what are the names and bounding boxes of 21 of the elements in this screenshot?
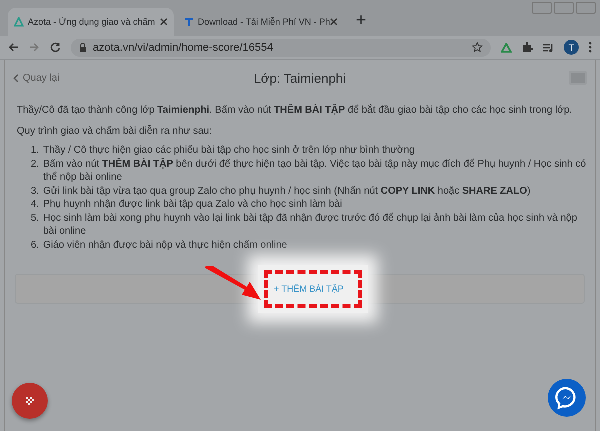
page-title: Lớp: Taimienphi	[254, 70, 346, 86]
step-number: 2.	[31, 158, 40, 172]
new-tab-button[interactable]: +	[348, 10, 375, 36]
back-link[interactable]: Quay lại	[13, 72, 93, 84]
step-text: Học sinh làm bài xong phụ huynh vào lại link bài tập đã nhận được trước đó để chụp lại ảnh bài làm của học sinh và nộp bài online	[43, 212, 578, 238]
step-text: Gửi link bài tập vừa tạo qua group Zalo cho phụ huynh / học sinh (Nhấn nút COPY LINK hoặc SHARE ZALO)	[43, 184, 531, 198]
step-number: 3.	[31, 184, 40, 198]
browser-tab[interactable]: Azota - Ứng dụng giao và chấm	[8, 8, 174, 36]
add-assignment-button[interactable]: + THÊM BÀI TẬP	[264, 270, 362, 308]
intro-text: Thầy/Cô đã tạo thành công lớp Taimienphi. Bấm vào nút THÊM BÀI TẬP để bắt đầu giao bài tập cho các học sinh trong lớp.	[17, 104, 574, 117]
process-heading: Quy trình giao và chấm bài diễn ra như sau:	[17, 125, 214, 138]
step-number: 4.	[31, 198, 40, 212]
browser-tab[interactable]: Download - Tải Miễn Phí VN - Ph	[178, 8, 344, 36]
step-number: 6.	[31, 238, 40, 252]
step-number: 1.	[31, 144, 40, 158]
address-bar[interactable]: azota.vn/vi/admin/home-score/16554	[71, 38, 491, 56]
step-number: 5.	[31, 212, 40, 226]
step-text: Phụ huynh nhận được link bài tập qua Zalo và cho học sinh làm bài	[43, 198, 342, 212]
profile-avatar[interactable]: T	[564, 40, 579, 55]
step-text: Giáo viên nhận được bài nộp và thực hiện chấm online	[43, 238, 288, 252]
step-text: Thầy / Cô thực hiện giao các phiếu bài tập cho học sinh ở trên lớp như bình thường	[43, 144, 415, 158]
